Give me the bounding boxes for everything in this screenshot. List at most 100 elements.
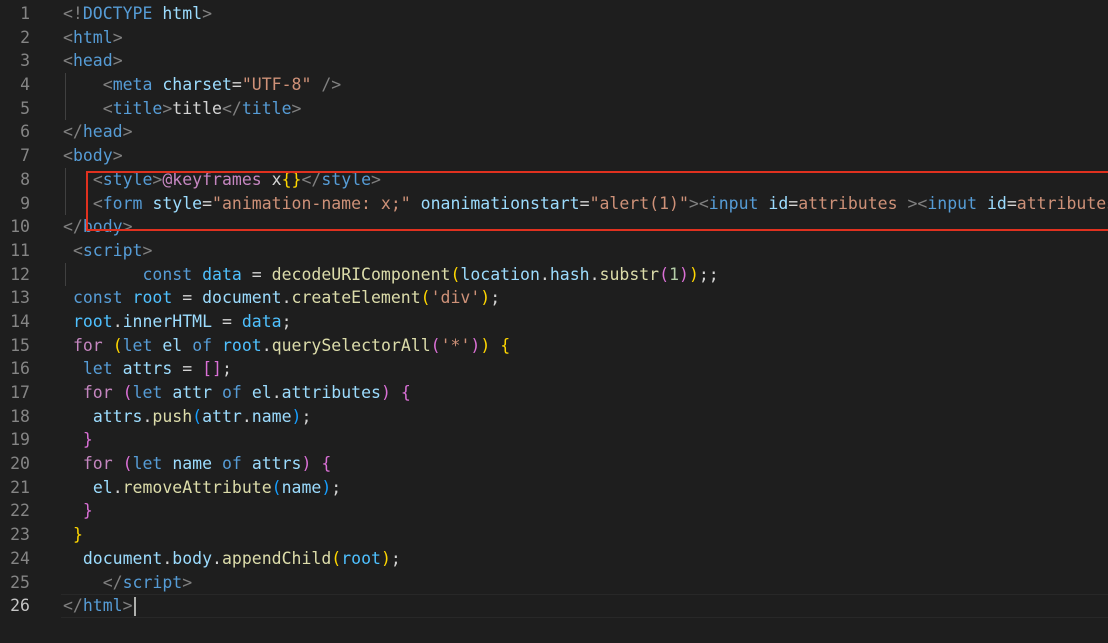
code-token: attrs [122,359,173,379]
code-token: ; [390,548,401,568]
code-line[interactable]: <title>title</title> [63,97,1108,121]
code-line[interactable]: <meta charset="UTF-8" /> [63,73,1108,97]
line-number: 17 [10,383,30,402]
code-area[interactable]: <!DOCTYPE html> <html> <head> <meta charse… [61,2,1108,618]
code-token: . [271,383,282,402]
line-number: 3 [20,51,30,71]
code-token: > [162,98,173,118]
code-token: const [142,264,193,284]
code-line[interactable]: <body> [63,144,1108,168]
code-token: createElement [291,288,421,308]
code-token: ( [420,288,431,308]
line-number: 10 [10,217,30,237]
code-line[interactable]: for (let attr of el.attributes) { [63,381,1108,405]
code-line[interactable]: const root = document.createElement('div… [63,286,1108,310]
code-line[interactable]: <!DOCTYPE html> [63,2,1108,26]
code-line[interactable]: el.removeAttribute(name); [63,476,1108,500]
code-token: ) [380,548,391,568]
code-token: > [291,98,302,118]
code-line[interactable]: const data = decodeURIComponent(location… [63,263,1108,287]
code-token: removeAttribute [122,477,272,497]
code-token: . [589,264,600,284]
code-line[interactable]: } [63,499,1108,523]
code-line[interactable]: </head> [63,120,1108,144]
code-token: = [241,264,272,284]
highlight-annotation-box [86,171,1108,231]
code-token: html [82,596,123,616]
code-token: el [92,477,113,497]
code-token: ) [470,335,481,355]
code-token: { [321,454,332,474]
code-editor[interactable]: 1 2 3 4 5 6 7 8 9 10 11 12 13 14 15 16 17 18 19 20 21 22 23 24 2… [0,0,1108,643]
code-token: < [63,51,73,71]
line-number: 11 [10,240,30,260]
code-token: name [251,406,292,426]
code-token: </ [102,572,123,592]
code-token: attrs [92,406,143,426]
code-token: ; [281,311,292,331]
code-token: { [500,335,511,355]
code-token: head [82,122,123,142]
line-number: 9 [20,193,30,213]
code-token: head [72,51,113,71]
code-token: attributes [281,383,381,402]
code-token: title [112,98,163,118]
code-token: > [142,240,153,260]
code-token: root [72,311,113,331]
code-line[interactable]: } [63,523,1108,547]
code-line[interactable]: for (let name of attrs) { [63,452,1108,476]
code-token: meta [112,75,153,95]
code-token: < [102,98,113,118]
line-number: 8 [20,169,30,189]
line-number: 19 [10,430,30,450]
code-token: ( [271,477,282,497]
code-token: . [112,311,123,331]
code-line[interactable]: root.innerHTML = data; [63,310,1108,334]
code-line[interactable]: attrs.push(attr.name); [63,405,1108,429]
code-token: ) [480,335,491,355]
code-token: name [172,454,213,474]
code-token: </ [63,217,83,237]
code-token: . [539,264,550,284]
code-line[interactable]: <script> [63,239,1108,263]
code-token: hash [549,264,590,284]
code-token: } [82,430,93,450]
code-token: ( [331,548,342,568]
code-token: title [172,98,222,118]
code-token: . [212,548,222,568]
code-token: . [261,335,272,355]
code-token: data [241,311,282,331]
code-line[interactable]: for (let el of root.querySelectorAll('*'… [63,334,1108,358]
code-line[interactable]: } [63,428,1108,452]
code-token: > [182,572,193,592]
code-token: . [241,406,252,426]
code-token: ( [122,383,133,402]
code-line[interactable]: document.body.appendChild(root); [63,547,1108,571]
line-number: 4 [20,75,30,95]
code-line[interactable]: </script> [63,571,1108,595]
code-token: > [122,596,133,616]
line-number: 2 [20,27,30,47]
code-line[interactable]: </html> [61,594,1108,618]
code-line[interactable]: <html> [63,26,1108,50]
code-token: document [202,288,282,308]
code-token: { [400,383,411,402]
code-line[interactable]: let attrs = []; [63,357,1108,381]
code-line[interactable]: <head> [63,49,1108,73]
code-token: </ [221,98,242,118]
code-token: </ [63,596,83,616]
